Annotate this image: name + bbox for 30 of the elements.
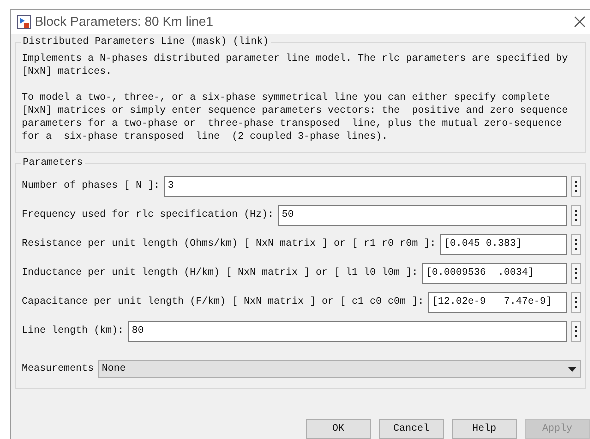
more-options-button[interactable]: [571, 205, 581, 226]
group-title: Distributed Parameters Line (mask) (link): [21, 36, 272, 49]
dialog-button[interactable]: Help: [452, 419, 517, 439]
dialog-button[interactable]: Cancel: [379, 419, 444, 439]
field-label: Inductance per unit length (H/km) [ NxN matrix ] or [ l1 l0 l0m ]:: [22, 266, 418, 281]
close-icon[interactable]: [574, 16, 586, 28]
input-field[interactable]: 80: [128, 321, 567, 342]
more-options-button[interactable]: [571, 263, 581, 284]
field-label: Capacitance per unit length (F/km) [ NxN matrix ] or [ c1 c0 c0m ]:: [22, 296, 424, 310]
field-label: Line length (km):: [22, 324, 124, 339]
window-title: Block Parameters: 80 Km line1: [35, 13, 214, 32]
input-field[interactable]: 3: [164, 176, 567, 197]
input-field[interactable]: [0.045 0.383]: [440, 234, 567, 255]
description-text: Implements a N-phases distributed parameter line model. The rlc parameters are specified by [NxN] matrices.: [22, 53, 570, 79]
field-label: Measurements: [22, 362, 94, 376]
description-text: To model a two-, three-, or a six-phase symmetrical line you can either specify complete [NxN] matrices or simply enter sequence parameters vectors: the positive and zero sequence parameters for a two-phase or three-phase transposed line, plus the mutual zero-sequence for a six-phase transposed line (2 coupled 3-phase lines).: [22, 92, 570, 144]
more-options-button[interactable]: [571, 234, 581, 255]
field-label: Number of phases [ N ]:: [22, 180, 160, 194]
more-options-button[interactable]: [571, 176, 581, 197]
input-field[interactable]: [0.0009536 .0034]: [422, 263, 567, 284]
block-icon: [17, 15, 31, 29]
field-label: Resistance per unit length (Ohms/km) [ NxN matrix ] or [ r1 r0 r0m ]:: [22, 238, 436, 252]
more-options-button[interactable]: [571, 292, 581, 313]
measurements-dropdown[interactable]: None: [98, 360, 581, 378]
input-field[interactable]: 50: [278, 205, 567, 226]
more-options-button[interactable]: [571, 321, 581, 342]
dropdown-arrow-icon: [568, 366, 577, 372]
input-field[interactable]: [12.02e-9 7.47e-9]: [428, 292, 567, 313]
dialog-button[interactable]: OK: [306, 419, 371, 439]
field-label: Frequency used for rlc specification (Hz):: [22, 208, 274, 223]
